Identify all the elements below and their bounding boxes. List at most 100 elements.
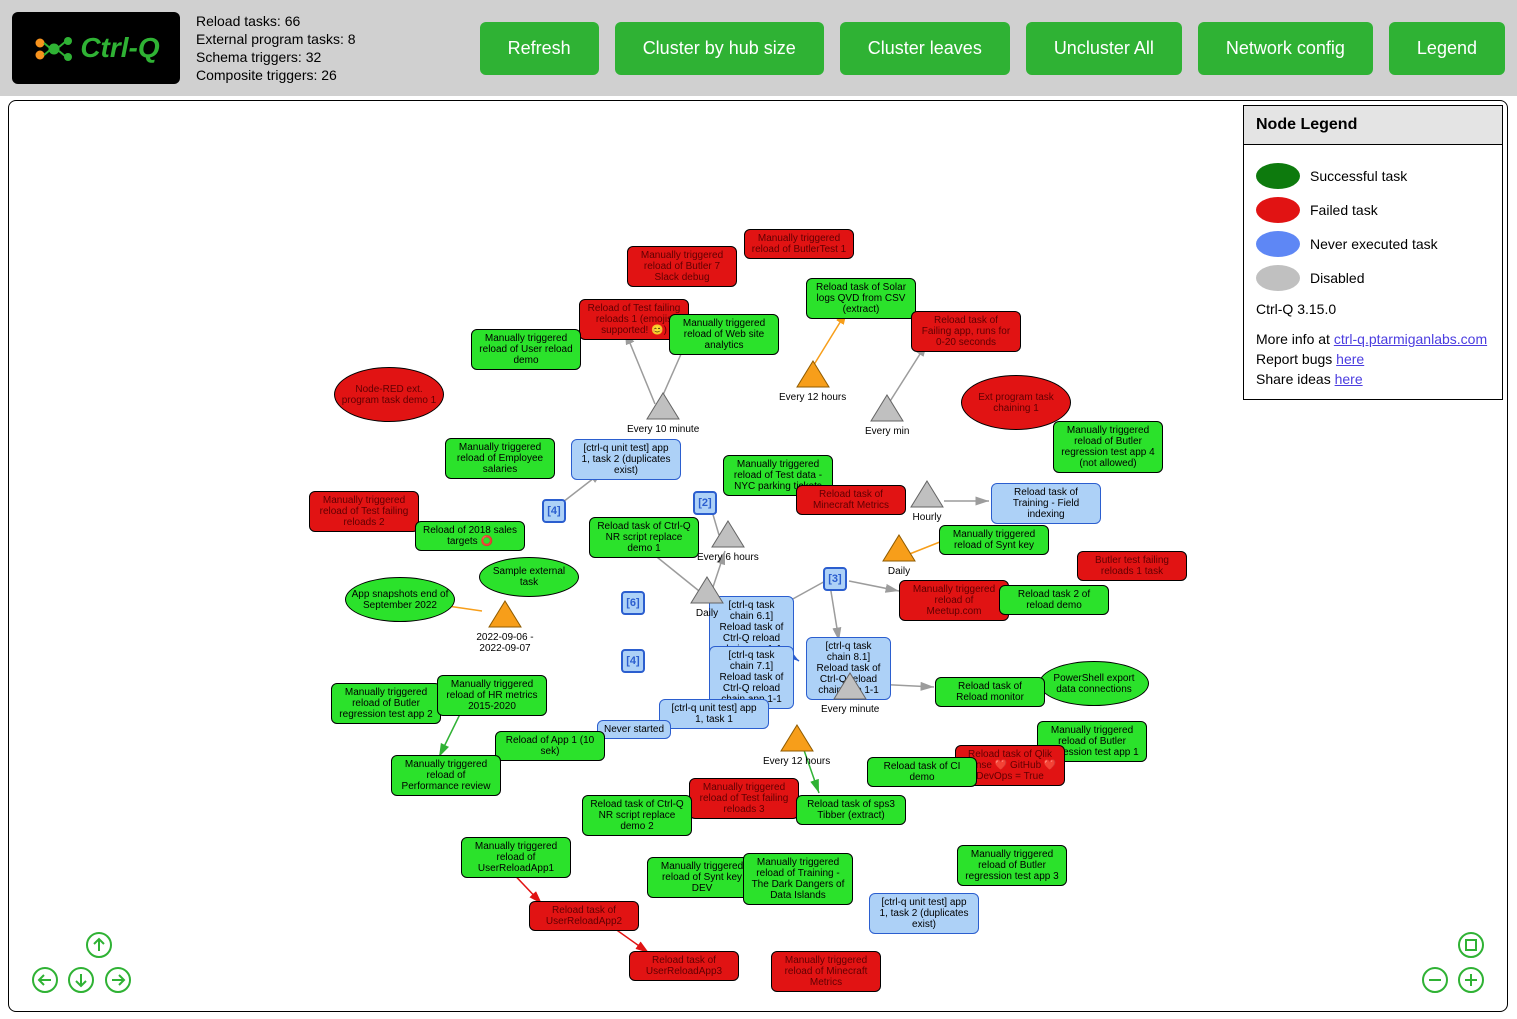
fit-button[interactable] xyxy=(1455,929,1487,961)
network-canvas[interactable]: Manually triggered reload of ButlerTest … xyxy=(8,100,1508,1012)
success-icon xyxy=(1256,163,1300,189)
uncluster-button[interactable]: Uncluster All xyxy=(1026,22,1182,75)
task-node[interactable]: Reload of 2018 sales targets ⭕ xyxy=(415,521,525,551)
plus-icon xyxy=(1457,966,1485,994)
trigger-node[interactable]: Every 12 hours xyxy=(763,723,830,767)
logo: Ctrl-Q xyxy=(12,12,180,84)
task-node[interactable]: Reload task of Ctrl-Q NR script replace … xyxy=(582,795,692,836)
arrow-down-icon xyxy=(67,966,95,994)
cluster-leaves-button[interactable]: Cluster leaves xyxy=(840,22,1010,75)
task-node[interactable]: Manually triggered reload of Web site an… xyxy=(669,314,779,355)
task-node[interactable]: [ctrl-q unit test] app 1, task 2 (duplic… xyxy=(869,893,979,934)
task-node[interactable]: Manually triggered reload of Synt key DE… xyxy=(647,857,757,898)
share-ideas-link[interactable]: here xyxy=(1335,371,1363,387)
task-node[interactable]: Node-RED ext. program task demo 1 xyxy=(334,367,444,422)
zoom-in-button[interactable] xyxy=(1455,964,1487,996)
task-node[interactable]: Reload task of sps3 Tibber (extract) xyxy=(796,795,906,825)
task-node[interactable]: Butler test failing reloads 1 task xyxy=(1077,551,1187,581)
task-node[interactable]: Manually triggered reload of ButlerTest … xyxy=(744,229,854,259)
trigger-node[interactable]: Daily xyxy=(881,533,917,577)
stat-reload: Reload tasks: 66 xyxy=(196,12,396,30)
task-node[interactable]: Manually triggered reload of Butler regr… xyxy=(957,845,1067,886)
task-node[interactable]: Reload of App 1 (10 sek) xyxy=(495,731,605,761)
task-node[interactable]: Manually triggered reload of Training - … xyxy=(743,853,853,905)
task-node[interactable]: Manually triggered reload of UserReloadA… xyxy=(461,837,571,878)
trigger-node[interactable]: 2022-09-06 - 2022-09-07 xyxy=(465,599,545,654)
cluster-node[interactable]: [6] xyxy=(621,591,645,615)
legend-row-never: Never executed task xyxy=(1256,231,1490,257)
legend-panel: Node Legend Successful task Failed task … xyxy=(1243,105,1503,400)
report-bugs-link[interactable]: here xyxy=(1336,351,1364,367)
stats-block: Reload tasks: 66 External program tasks:… xyxy=(196,12,396,84)
fit-icon xyxy=(1457,931,1485,959)
logo-icon xyxy=(32,27,74,69)
task-node[interactable]: Manually triggered reload of Synt key xyxy=(939,525,1049,555)
task-node[interactable]: Reload task of Solar logs QVD from CSV (… xyxy=(806,278,916,319)
task-node[interactable]: Manually triggered reload of Butler regr… xyxy=(331,683,441,724)
cluster-node[interactable]: [2] xyxy=(693,491,717,515)
stat-ext: External program tasks: 8 xyxy=(196,30,396,48)
task-node[interactable]: Reload task of UserReloadApp3 xyxy=(629,951,739,981)
top-bar: Ctrl-Q Reload tasks: 66 External program… xyxy=(0,0,1517,96)
trigger-node[interactable]: Every min xyxy=(865,393,909,437)
task-node[interactable]: Manually triggered reload of Meetup.com xyxy=(899,580,1009,621)
disabled-icon xyxy=(1256,265,1300,291)
task-node[interactable]: Reload task of Ctrl-Q NR script replace … xyxy=(589,517,699,558)
task-node[interactable]: Manually triggered reload of Test failin… xyxy=(309,491,419,532)
task-node[interactable]: Reload task of Failing app, runs for 0-2… xyxy=(911,311,1021,352)
cluster-node[interactable]: [4] xyxy=(621,649,645,673)
task-node[interactable]: App snapshots end of September 2022 xyxy=(345,577,455,622)
minus-icon xyxy=(1421,966,1449,994)
task-node[interactable]: Manually triggered reload of User reload… xyxy=(471,329,581,370)
task-node[interactable]: Sample external task xyxy=(479,557,579,597)
trigger-node[interactable]: Every 10 minute xyxy=(627,391,699,435)
nav-left-button[interactable] xyxy=(29,964,61,996)
task-node[interactable]: Manually triggered reload of HR metrics … xyxy=(437,675,547,716)
task-node[interactable]: Manually triggered reload of Butler 7 Sl… xyxy=(627,246,737,287)
legend-row-successful: Successful task xyxy=(1256,163,1490,189)
trigger-node[interactable]: Every minute xyxy=(821,671,879,715)
task-node[interactable]: Manually triggered reload of Test failin… xyxy=(689,778,799,819)
version-text: Ctrl-Q 3.15.0 xyxy=(1256,301,1490,317)
task-node[interactable]: Manually triggered reload of Butler regr… xyxy=(1053,421,1163,473)
arrow-up-icon xyxy=(85,931,113,959)
arrow-right-icon xyxy=(104,966,132,994)
task-node[interactable]: Reload task of CI demo xyxy=(867,757,977,787)
trigger-node[interactable]: Every 6 hours xyxy=(697,519,759,563)
zoom-out-button[interactable] xyxy=(1419,964,1451,996)
arrow-left-icon xyxy=(31,966,59,994)
nav-down-button[interactable] xyxy=(65,964,97,996)
legend-row-disabled: Disabled xyxy=(1256,265,1490,291)
cluster-node[interactable]: [3] xyxy=(823,567,847,591)
legend-button[interactable]: Legend xyxy=(1389,22,1505,75)
task-node[interactable]: Reload task 2 of reload demo xyxy=(999,585,1109,615)
zoom-controls xyxy=(1419,929,1487,999)
failed-icon xyxy=(1256,197,1300,223)
task-node[interactable]: Reload task of Training - Field indexing xyxy=(991,483,1101,524)
stat-schema: Schema triggers: 32 xyxy=(196,48,396,66)
task-node[interactable]: Reload task of UserReloadApp2 xyxy=(529,901,639,931)
cluster-hub-button[interactable]: Cluster by hub size xyxy=(615,22,824,75)
task-node[interactable]: Manually triggered reload of Minecraft M… xyxy=(771,951,881,992)
cluster-node[interactable]: [4] xyxy=(542,499,566,523)
task-node[interactable]: PowerShell export data connections xyxy=(1039,661,1149,706)
nav-right-button[interactable] xyxy=(102,964,134,996)
trigger-node[interactable]: Daily xyxy=(689,575,725,619)
task-node[interactable]: Reload task of Reload monitor xyxy=(935,677,1045,707)
task-node[interactable]: Never started xyxy=(597,720,671,739)
trigger-node[interactable]: Every 12 hours xyxy=(779,359,846,403)
trigger-node[interactable]: Hourly xyxy=(909,479,945,523)
task-node[interactable]: Manually triggered reload of Employee sa… xyxy=(445,438,555,479)
task-node[interactable]: [ctrl-q unit test] app 1, task 2 (duplic… xyxy=(571,439,681,480)
task-node[interactable]: Reload task of Minecraft Metrics xyxy=(796,485,906,515)
nav-controls xyxy=(29,929,134,999)
nav-up-button[interactable] xyxy=(83,929,115,961)
never-icon xyxy=(1256,231,1300,257)
more-info-link[interactable]: ctrl-q.ptarmiganlabs.com xyxy=(1334,331,1487,347)
refresh-button[interactable]: Refresh xyxy=(480,22,599,75)
network-config-button[interactable]: Network config xyxy=(1198,22,1373,75)
logo-text: Ctrl-Q xyxy=(80,32,159,64)
legend-row-failed: Failed task xyxy=(1256,197,1490,223)
task-node[interactable]: [ctrl-q unit test] app 1, task 1 xyxy=(659,699,769,729)
task-node[interactable]: Manually triggered reload of Performance… xyxy=(391,755,501,796)
